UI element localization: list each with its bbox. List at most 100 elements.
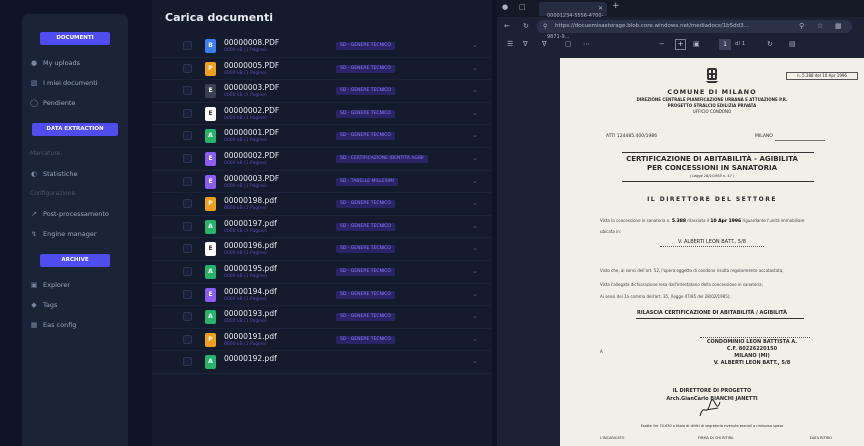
nav-explorer[interactable]: ▣ Explorer bbox=[22, 275, 128, 295]
file-name[interactable]: 00000197.pdf bbox=[224, 219, 277, 228]
nav-statistics[interactable]: ◐ Statistiche bbox=[22, 164, 128, 184]
row-checkbox[interactable] bbox=[183, 244, 192, 254]
doc-paragraph-3: Vista l'allegata dichiarazione resa dall… bbox=[600, 282, 763, 287]
favorite-icon[interactable]: ☆ bbox=[817, 22, 823, 30]
more-icon[interactable]: ⋯ bbox=[583, 40, 590, 48]
chevron-down-icon[interactable]: ⌄ bbox=[472, 86, 478, 94]
chevron-down-icon[interactable]: ⌄ bbox=[472, 357, 478, 365]
file-name[interactable]: 00000198.pdf bbox=[224, 196, 277, 205]
chevron-down-icon[interactable]: ⌄ bbox=[472, 267, 478, 275]
browser-profile-icon[interactable]: ● bbox=[502, 3, 508, 11]
table-row[interactable]: A 00000193.pdf 0000 kB (1 Pagine) SD - GENE… bbox=[152, 306, 492, 329]
row-checkbox[interactable] bbox=[183, 108, 192, 118]
file-name[interactable]: 00000005.PDF bbox=[224, 61, 279, 70]
chevron-down-icon[interactable]: ⌄ bbox=[472, 64, 478, 72]
chevron-down-icon[interactable]: ⌄ bbox=[472, 244, 478, 252]
table-row[interactable]: A 00000192.pdf ⌄ bbox=[152, 351, 492, 374]
chevron-down-icon[interactable]: ⌄ bbox=[472, 154, 478, 162]
category-badge: SD - GENERE TECNICO bbox=[336, 245, 395, 254]
contents-icon[interactable]: ☰ bbox=[507, 40, 513, 48]
row-checkbox[interactable] bbox=[183, 312, 192, 322]
file-name[interactable]: 00000003.PDF bbox=[224, 174, 279, 183]
nav-eas-config[interactable]: ▦ Eas config bbox=[22, 315, 128, 335]
chevron-down-icon[interactable]: ⌄ bbox=[472, 131, 478, 139]
fit-page-icon[interactable]: ▣ bbox=[693, 40, 700, 48]
row-checkbox[interactable] bbox=[183, 153, 192, 163]
refresh-icon[interactable]: ↻ bbox=[523, 22, 529, 30]
table-row[interactable]: B 00000008.PDF 0000 kB (1 Pagine) SD - GENE… bbox=[152, 35, 492, 58]
row-checkbox[interactable] bbox=[183, 199, 192, 209]
chevron-down-icon[interactable]: ⌄ bbox=[472, 109, 478, 117]
rotate-icon[interactable]: ↻ bbox=[767, 40, 773, 48]
file-name[interactable]: 00000192.pdf bbox=[224, 354, 277, 363]
back-icon[interactable]: ← bbox=[504, 22, 510, 30]
table-row[interactable]: A 00000001.PDF 0000 kB (1 Pagine) SD - GENE… bbox=[152, 125, 492, 148]
highlight-icon[interactable]: ∇ bbox=[542, 40, 547, 48]
file-name[interactable]: 00000191.pdf bbox=[224, 332, 277, 341]
file-name[interactable]: 00000193.pdf bbox=[224, 309, 277, 318]
zoom-in-icon[interactable]: + bbox=[675, 39, 686, 50]
page-number-input[interactable]: 1 bbox=[719, 39, 731, 50]
nav-my-documents[interactable]: ▧ I miei documenti bbox=[22, 73, 128, 93]
collections-icon[interactable]: ▦ bbox=[835, 22, 842, 30]
table-row[interactable]: P 00000005.PDF 0000 kB (1 Pagine) SD - GENE… bbox=[152, 58, 492, 81]
row-checkbox[interactable] bbox=[183, 221, 192, 231]
grid-icon: ▦ bbox=[30, 321, 38, 329]
chevron-down-icon[interactable]: ⌄ bbox=[472, 41, 478, 49]
table-row[interactable]: E 00000196.pdf 0000 kB (1 Pagine) SD - GENE… bbox=[152, 238, 492, 261]
file-name[interactable]: 00000196.pdf bbox=[224, 241, 277, 250]
close-icon[interactable]: ✕ bbox=[598, 2, 603, 16]
chevron-down-icon[interactable]: ⌄ bbox=[472, 177, 478, 185]
category-badge: SD - TABELLE MILLESIMI bbox=[336, 177, 398, 186]
chevron-down-icon[interactable]: ⌄ bbox=[472, 335, 478, 343]
nav-my-uploads[interactable]: ● My uploads bbox=[22, 53, 128, 73]
file-name[interactable]: 00000003.PDF bbox=[224, 83, 279, 92]
doc-esatte: Esatte lire 70.630 a titolo di diritti d… bbox=[640, 424, 784, 428]
nav-engine-manager[interactable]: ↯ Engine manager bbox=[22, 224, 128, 244]
nav-pending[interactable]: ◯ Pendiente bbox=[22, 93, 128, 113]
file-name[interactable]: 00000002.PDF bbox=[224, 151, 279, 160]
url-text: https://docuemisastorage.blob.core.windo… bbox=[555, 23, 749, 29]
draw-icon[interactable]: ∇ bbox=[523, 40, 528, 48]
chevron-down-icon[interactable]: ⌄ bbox=[472, 199, 478, 207]
chevron-down-icon[interactable]: ⌄ bbox=[472, 222, 478, 230]
erase-icon[interactable]: ▢ bbox=[565, 40, 572, 48]
table-row[interactable]: E 00000003.PDF 0000 kB (1 Pagine) SD - TABE… bbox=[152, 171, 492, 194]
category-badge: SD - GENERE TECNICO bbox=[336, 222, 395, 231]
table-row[interactable]: E 00000194.pdf 0000 kB (1 Pagine) SD - GENE… bbox=[152, 284, 492, 307]
row-checkbox[interactable] bbox=[183, 357, 192, 367]
browser-tab[interactable]: 00001234-5556-4700-9871-9... ✕ bbox=[539, 2, 607, 40]
row-checkbox[interactable] bbox=[183, 41, 192, 50]
page-view-icon[interactable]: ▤ bbox=[789, 40, 796, 48]
file-name[interactable]: 00000194.pdf bbox=[224, 287, 277, 296]
table-row[interactable]: A 00000197.pdf 0000 kB (1 Pagine) SD - GENE… bbox=[152, 216, 492, 239]
row-checkbox[interactable] bbox=[183, 131, 192, 141]
zoom-out-icon[interactable]: − bbox=[659, 40, 665, 48]
table-row[interactable]: P 00000198.pdf 0000 kB (1 Pagine) SD - GENE… bbox=[152, 193, 492, 216]
chevron-down-icon[interactable]: ⌄ bbox=[472, 312, 478, 320]
zoom-icon[interactable]: ⚲ bbox=[799, 22, 804, 30]
tab-actions-icon[interactable]: □ bbox=[519, 3, 526, 11]
table-row[interactable]: P 00000191.pdf 0000 kB (1 Pagine) SD - GENE… bbox=[152, 329, 492, 352]
row-checkbox[interactable] bbox=[183, 289, 192, 299]
file-name[interactable]: 00000002.PDF bbox=[224, 106, 279, 115]
file-meta: 0000 kB (1 Pagine) bbox=[224, 115, 267, 121]
file-name[interactable]: 00000195.pdf bbox=[224, 264, 277, 273]
new-tab-icon[interactable]: + bbox=[612, 1, 620, 11]
address-bar[interactable]: ⚲ https://docuemisastorage.blob.core.win… bbox=[537, 20, 852, 33]
row-checkbox[interactable] bbox=[183, 266, 192, 276]
row-checkbox[interactable] bbox=[183, 334, 192, 344]
table-row[interactable]: A 00000195.pdf 0000 kB (1 Pagine) SD - GENE… bbox=[152, 261, 492, 284]
file-name[interactable]: 00000008.PDF bbox=[224, 38, 279, 47]
table-row[interactable]: E 00000002.PDF 0000 kB (1 Pagine) SD - GENE… bbox=[152, 103, 492, 126]
table-row[interactable]: E 00000002.PDF 0000 kB (1 Pagine) SD - CERT… bbox=[152, 148, 492, 171]
row-checkbox[interactable] bbox=[183, 86, 192, 96]
row-checkbox[interactable] bbox=[183, 63, 192, 73]
chart-icon: ◐ bbox=[30, 170, 38, 178]
file-name[interactable]: 00000001.PDF bbox=[224, 128, 279, 137]
nav-tags[interactable]: ◆ Tags bbox=[22, 295, 128, 315]
table-row[interactable]: E 00000003.PDF 0000 kB (1 Pagine) SD - GENE… bbox=[152, 80, 492, 103]
chevron-down-icon[interactable]: ⌄ bbox=[472, 290, 478, 298]
nav-post-processing[interactable]: ↗ Post-processamento bbox=[22, 204, 128, 224]
row-checkbox[interactable] bbox=[183, 176, 192, 186]
